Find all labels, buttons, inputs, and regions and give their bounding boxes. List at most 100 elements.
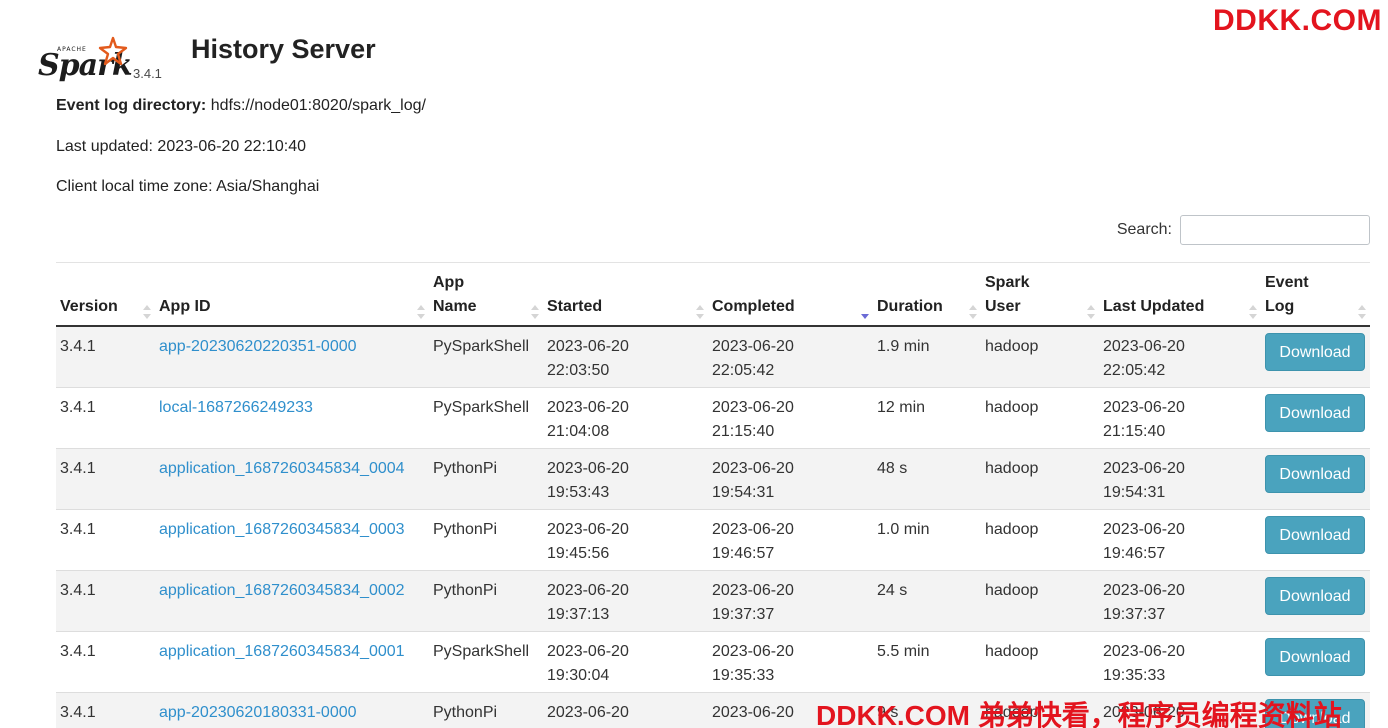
cell-last-updated: 2023-06-20 19:46:57 [1099, 509, 1261, 571]
started-date: 2023-06-20 [547, 521, 629, 538]
sort-down-icon [969, 314, 977, 319]
download-button[interactable]: Download [1265, 638, 1365, 676]
spark-user-text: hadoop [985, 338, 1039, 355]
started-date: 2023-06-20 [547, 460, 629, 477]
cell-duration: 12 min [873, 387, 981, 449]
app-id-link[interactable]: application_1687260345834_0001 [159, 643, 405, 660]
sort-down-icon [696, 314, 704, 319]
spark-user-text: hadoop [985, 399, 1039, 416]
download-button[interactable]: Download [1265, 577, 1365, 615]
started-time: 19:30:04 [547, 667, 610, 684]
sort-up-icon [696, 305, 704, 310]
started-time: 19:37:13 [547, 606, 610, 623]
sort-up-icon [531, 305, 539, 310]
cell-event-log: Download [1261, 448, 1370, 510]
column-header-name[interactable]: App Name [429, 262, 543, 327]
history-server-page: APACHE Spark 3.4.1 History Server DDKK.C… [0, 0, 1388, 728]
started-date: 2023-06-20 [547, 582, 629, 599]
updated-date: 2023-06-20 [1103, 460, 1185, 477]
version-text: 3.4.1 [60, 643, 96, 660]
duration-text: 5.5 min [877, 643, 930, 660]
download-button[interactable]: Download [1265, 394, 1365, 432]
started-date: 2023-06-20 [547, 704, 629, 721]
download-button[interactable]: Download [1265, 333, 1365, 371]
app-name-text: PySparkShell [433, 399, 530, 416]
cell-started: 2023-06-20 19:45:56 [543, 509, 708, 571]
column-header-line1: Event [1265, 274, 1309, 291]
app-name-text: PySparkShell [433, 643, 530, 660]
cell-spark-user: hadoop [981, 570, 1099, 632]
column-header-line1: App [433, 274, 465, 291]
version-text: 3.4.1 [60, 704, 96, 721]
cell-spark-user: hadoop [981, 448, 1099, 510]
completed-time: 19:37:37 [712, 606, 775, 623]
updated-time: 19:46:57 [1103, 545, 1166, 562]
column-header-log[interactable]: Event Log [1261, 262, 1370, 327]
column-header-line2: User [985, 298, 1021, 315]
sort-arrows-icon [1087, 305, 1095, 319]
cell-version: 3.4.1 [56, 692, 155, 728]
sort-arrows-icon [969, 305, 977, 319]
completed-time: 19:46:57 [712, 545, 775, 562]
duration-text: 12 min [877, 399, 926, 416]
column-header-app-id[interactable]: App ID [155, 262, 429, 327]
last-updated: Last updated: 2023-06-20 22:10:40 [56, 138, 306, 155]
started-time: 22:03:50 [547, 362, 610, 379]
column-header-line1 [712, 271, 869, 295]
app-id-link[interactable]: app-20230620180331-0000 [159, 704, 357, 721]
cell-app-name: PythonPi [429, 509, 543, 571]
app-id-link[interactable]: app-20230620220351-0000 [159, 338, 357, 355]
spark-logo[interactable]: APACHE Spark 3.4.1 [38, 36, 162, 83]
sort-down-icon [143, 314, 151, 319]
completed-time: 21:15:40 [712, 423, 775, 440]
cell-app-id: app-20230620180331-0000 [155, 692, 429, 728]
started-date: 2023-06-20 [547, 643, 629, 660]
app-id-link[interactable]: local-1687266249233 [159, 399, 313, 416]
spark-user-text: hadoop [985, 460, 1039, 477]
column-header-last-updated[interactable]: Last Updated [1099, 262, 1261, 327]
updated-date: 2023-06-20 [1103, 521, 1185, 538]
page-header: APACHE Spark 3.4.1 [38, 26, 162, 83]
app-name-text: PythonPi [433, 460, 498, 477]
started-date: 2023-06-20 [547, 399, 629, 416]
table-row: 3.4.1 application_1687260345834_0004 Pytho… [56, 448, 1370, 510]
column-header-version[interactable]: Version [56, 262, 155, 327]
column-header-line2: Started [547, 298, 603, 315]
sort-down-icon [417, 314, 425, 319]
column-header-duration[interactable]: Duration [873, 262, 981, 327]
cell-duration: 5.5 min [873, 631, 981, 693]
event-log-label: Event log directory: [56, 97, 207, 114]
table-header-row: Version App ID App Name Started Completed Dura… [56, 262, 1370, 327]
column-header-line2: Last Updated [1103, 298, 1205, 315]
search-input[interactable] [1180, 215, 1370, 245]
started-date: 2023-06-20 [547, 338, 629, 355]
event-log-directory: Event log directory: hdfs://node01:8020/… [56, 97, 426, 115]
cell-version: 3.4.1 [56, 448, 155, 510]
cell-app-name: PythonPi [429, 448, 543, 510]
cell-event-log: Download [1261, 509, 1370, 571]
app-id-link[interactable]: application_1687260345834_0003 [159, 521, 405, 538]
cell-spark-user: hadoop [981, 631, 1099, 693]
version-text: 3.4.1 [60, 338, 96, 355]
sort-up-icon [417, 305, 425, 310]
download-button[interactable]: Download [1265, 516, 1365, 554]
app-id-link[interactable]: application_1687260345834_0002 [159, 582, 405, 599]
cell-version: 3.4.1 [56, 631, 155, 693]
completed-time: 22:05:42 [712, 362, 775, 379]
started-time: 21:04:08 [547, 423, 610, 440]
cell-app-name: PySparkShell [429, 325, 543, 388]
download-button[interactable]: Download [1265, 455, 1365, 493]
app-name-text: PythonPi [433, 521, 498, 538]
cell-completed: 2023-06-20 19:35:33 [708, 631, 873, 693]
column-header-user[interactable]: Spark User [981, 262, 1099, 327]
sort-down-icon [1358, 314, 1366, 319]
column-header-completed[interactable]: Completed [708, 262, 873, 327]
sort-arrows-icon [1358, 305, 1366, 319]
cell-started: 2023-06-20 19:30:04 [543, 631, 708, 693]
column-header-started[interactable]: Started [543, 262, 708, 327]
app-id-link[interactable]: application_1687260345834_0004 [159, 460, 405, 477]
table-row: 3.4.1 application_1687260345834_0002 Pytho… [56, 570, 1370, 632]
sort-arrows-icon [531, 305, 539, 319]
cell-event-log: Download [1261, 387, 1370, 449]
sort-down-icon [1249, 314, 1257, 319]
